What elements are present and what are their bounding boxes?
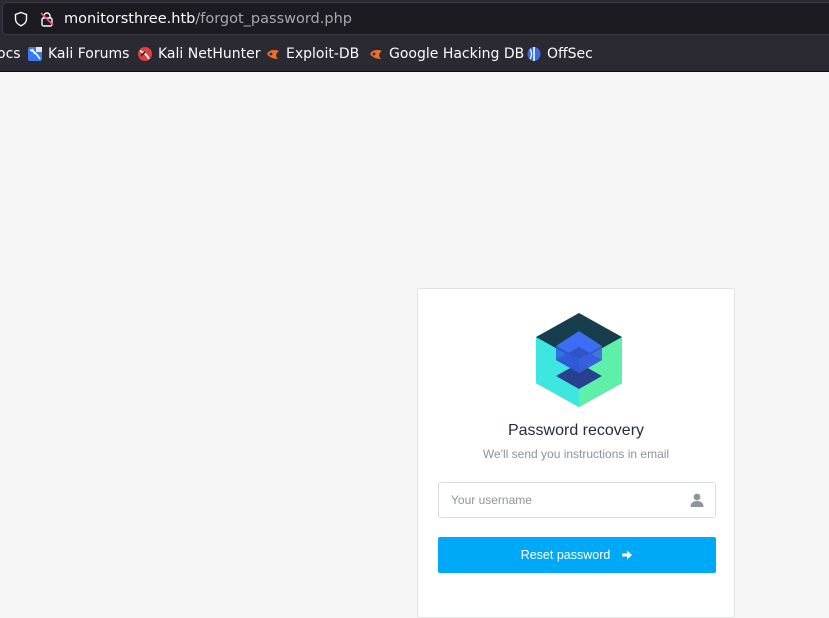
url-text[interactable]: monitorsthree.htb/forgot_password.php bbox=[64, 9, 352, 29]
card-subtitle: We'll send you instructions in email bbox=[482, 447, 670, 461]
bookmark-kali-nethunter[interactable]: Kali NetHunter bbox=[137, 45, 260, 63]
reset-password-button[interactable]: Reset password bbox=[438, 537, 716, 573]
card-title: Password recovery bbox=[507, 422, 645, 439]
url-path: /forgot_password.php bbox=[195, 11, 352, 27]
bookmark-label: Exploit-DB bbox=[286, 46, 360, 62]
bookmark-label: Kali NetHunter bbox=[158, 46, 261, 62]
username-input[interactable] bbox=[439, 483, 679, 517]
bookmark-label: ocs bbox=[0, 46, 21, 62]
bookmarks-toolbar: ocs Kali Forums Kali NetHunter Exploit-D… bbox=[0, 38, 829, 72]
address-bar[interactable]: monitorsthree.htb/forgot_password.php bbox=[3, 3, 829, 34]
bookmark-label: Kali Forums bbox=[48, 46, 130, 62]
kali-forums-icon bbox=[28, 47, 42, 61]
monitorsthree-logo bbox=[536, 313, 622, 407]
google-hacking-db-icon bbox=[370, 50, 382, 59]
bookmark-google-hacking-db[interactable]: Google Hacking DB bbox=[368, 45, 524, 63]
bookmark-label: Google Hacking DB bbox=[389, 46, 525, 62]
reset-password-label: Reset password bbox=[520, 548, 611, 562]
bookmark-docs[interactable]: ocs bbox=[0, 45, 21, 63]
kali-nethunter-icon bbox=[138, 47, 152, 61]
user-icon bbox=[690, 493, 704, 507]
bookmark-offsec[interactable]: OffSec bbox=[526, 45, 593, 63]
bookmark-label: OffSec bbox=[547, 46, 593, 62]
exploit-db-icon bbox=[267, 50, 279, 59]
offsec-icon bbox=[527, 47, 541, 61]
lock-insecure-icon[interactable] bbox=[39, 11, 55, 27]
browser-toolbar: monitorsthree.htb/forgot_password.php bbox=[0, 0, 829, 38]
username-field-wrapper bbox=[438, 482, 716, 518]
url-host: monitorsthree.htb bbox=[64, 11, 196, 27]
bookmark-kali-forums[interactable]: Kali Forums bbox=[27, 45, 129, 63]
shield-icon[interactable] bbox=[13, 11, 29, 27]
arrow-right-icon bbox=[622, 550, 633, 560]
bookmark-exploit-db[interactable]: Exploit-DB bbox=[265, 45, 359, 63]
password-recovery-card: Password recovery We'll send you instruc… bbox=[417, 288, 735, 618]
